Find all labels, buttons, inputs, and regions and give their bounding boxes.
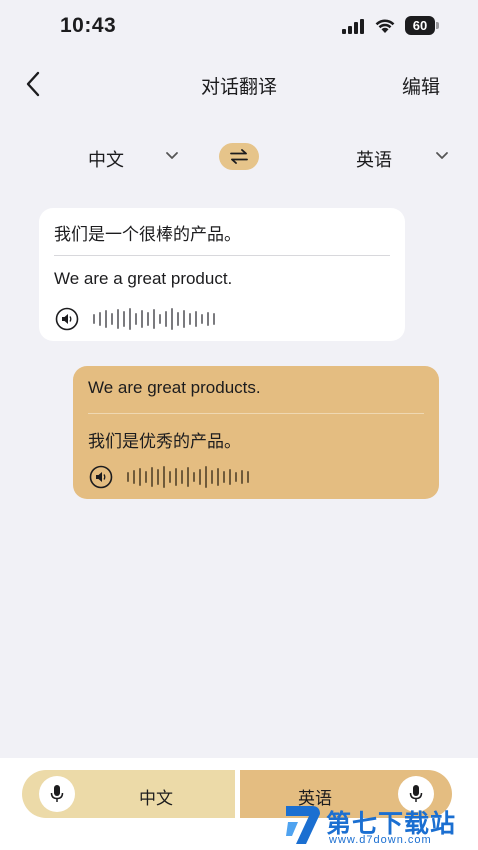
waveform-bar <box>223 471 225 483</box>
status-bar: 10:43 60 <box>0 0 478 52</box>
waveform-bar <box>211 470 213 484</box>
chevron-down-icon[interactable] <box>435 151 449 161</box>
button-label: 中文 <box>139 789 173 808</box>
watermark-url: www.d7down.com <box>329 834 432 846</box>
waveform-bar <box>93 314 95 324</box>
source-text: We are great products. <box>88 378 261 397</box>
waveform-bar <box>169 471 171 483</box>
waveform-bar <box>229 469 231 485</box>
waveform-bar <box>177 312 179 326</box>
battery-nub <box>436 22 439 29</box>
target-language-select[interactable]: 英语 <box>356 146 392 172</box>
microphone-icon <box>50 785 64 802</box>
waveform-bar <box>147 312 149 326</box>
waveform-bar <box>153 309 155 329</box>
waveform-bar <box>195 311 197 327</box>
speaker-icon[interactable] <box>55 307 79 331</box>
chevron-down-icon[interactable] <box>165 151 179 161</box>
edit-button[interactable]: 编辑 <box>402 72 440 99</box>
divider <box>54 255 390 256</box>
waveform-bar <box>193 472 195 482</box>
waveform-bar <box>111 313 113 325</box>
waveform-icon <box>93 307 215 331</box>
waveform-bar <box>117 309 119 329</box>
language-selector: 中文 英语 <box>0 140 478 176</box>
watermark-logo-icon <box>286 806 320 844</box>
waveform-bar <box>235 472 237 482</box>
waveform-bar <box>139 468 141 486</box>
waveform-bar <box>151 467 153 487</box>
waveform-bar <box>199 469 201 485</box>
translation-card: We are great products. 我们是优秀的产品。 <box>73 366 439 499</box>
speaker-icon[interactable] <box>89 465 113 489</box>
battery-level: 60 <box>405 16 435 35</box>
waveform-bar <box>141 310 143 328</box>
waveform-bar <box>127 472 129 482</box>
waveform-bar <box>171 308 173 330</box>
waveform-bar <box>129 308 131 330</box>
translated-text: We are a great product. <box>54 269 233 288</box>
navigation-bar: 对话翻译 编辑 <box>0 60 478 108</box>
waveform-bar <box>99 312 101 326</box>
waveform-bar <box>181 470 183 484</box>
speak-chinese-button[interactable]: 中文 <box>22 770 235 818</box>
waveform-bar <box>241 470 243 484</box>
waveform-bar <box>135 313 137 325</box>
translation-card: 我们是一个很棒的产品。 We are a great product. <box>39 208 405 341</box>
divider <box>88 413 424 414</box>
watermark: 第七下载站 www.d7down.com <box>282 800 478 850</box>
waveform-bar <box>163 466 165 488</box>
wifi-icon <box>375 19 395 33</box>
waveform-bar <box>201 314 203 324</box>
waveform-bar <box>207 312 209 326</box>
waveform-bar <box>247 471 249 483</box>
translated-text: 我们是优秀的产品。 <box>88 432 241 451</box>
swap-arrows-icon <box>230 149 248 164</box>
status-time: 10:43 <box>60 14 117 37</box>
waveform-bar <box>187 467 189 487</box>
mic-button[interactable] <box>39 776 75 812</box>
waveform-bar <box>183 310 185 328</box>
waveform-bar <box>165 311 167 327</box>
waveform-bar <box>189 313 191 325</box>
waveform-bar <box>159 314 161 324</box>
waveform-bar <box>205 466 207 488</box>
waveform-bar <box>157 469 159 485</box>
waveform-bar <box>175 468 177 486</box>
swap-languages-button[interactable] <box>219 143 259 170</box>
waveform-bar <box>133 470 135 484</box>
waveform-bar <box>217 468 219 486</box>
waveform-bar <box>123 311 125 327</box>
battery-indicator: 60 <box>405 16 439 35</box>
waveform-bar <box>105 310 107 328</box>
source-language-select[interactable]: 中文 <box>88 146 124 172</box>
source-text: 我们是一个很棒的产品。 <box>54 225 241 244</box>
cellular-signal-icon <box>342 19 364 34</box>
waveform-bar <box>145 471 147 483</box>
waveform-icon <box>127 465 249 489</box>
waveform-bar <box>213 313 215 325</box>
